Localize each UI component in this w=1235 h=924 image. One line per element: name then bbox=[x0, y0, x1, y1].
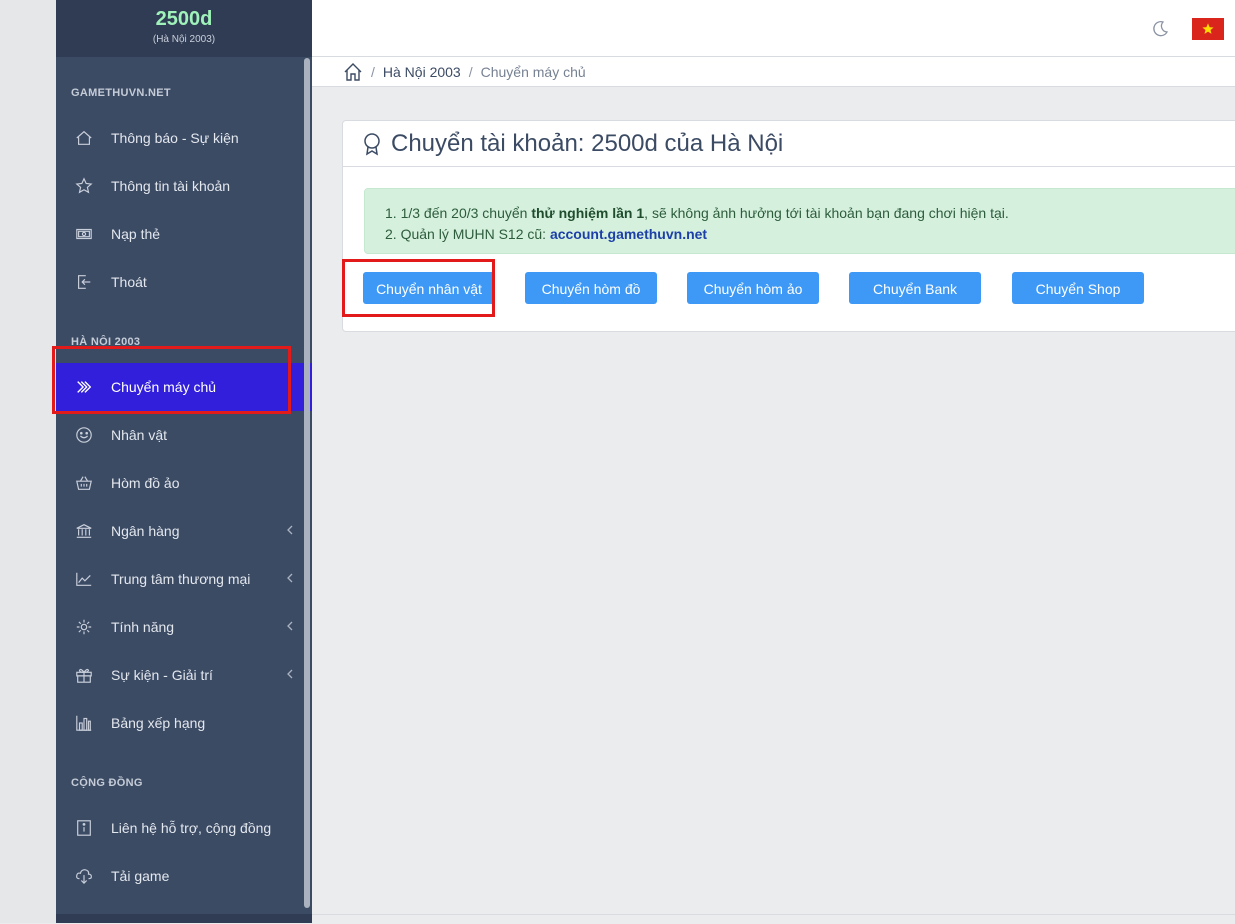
info-icon bbox=[74, 818, 94, 838]
sidebar-item-topup[interactable]: Nạp thẻ bbox=[56, 210, 312, 258]
sidebar-item-label: Hòm đồ ảo bbox=[111, 475, 180, 491]
sidebar-item-download-game[interactable]: Tải game bbox=[56, 852, 312, 900]
sidebar-item-characters[interactable]: Nhân vật bbox=[56, 411, 312, 459]
notice-line-1: 1. 1/3 đến 20/3 chuyển thử nghiệm lần 1,… bbox=[385, 205, 1009, 221]
chevron-left-icon bbox=[287, 573, 293, 583]
sidebar-item-label: Liên hệ hỗ trợ, cộng đồng bbox=[111, 820, 272, 836]
sidebar-item-label: Thông tin tài khoản bbox=[111, 178, 231, 194]
vietnam-flag-icon[interactable] bbox=[1192, 18, 1224, 40]
sidebar-toggler[interactable] bbox=[56, 914, 312, 923]
breadcrumb-current: Chuyển máy chủ bbox=[480, 63, 586, 80]
star-icon bbox=[74, 176, 94, 196]
sidebar: 2500d (Hà Nội 2003) GAMETHUVN.NET Thông … bbox=[56, 0, 312, 923]
sidebar-item-virtual-chest[interactable]: Hòm đồ ảo bbox=[56, 459, 312, 507]
sidebar-item-label: Thoát bbox=[111, 274, 147, 290]
breadcrumb-hanoi-2003[interactable]: Hà Nội 2003 bbox=[383, 64, 461, 80]
home-icon bbox=[74, 128, 94, 148]
section-title-gamethuvn: GAMETHUVN.NET bbox=[71, 87, 171, 99]
notice-line-2: 2. Quản lý MUHN S12 cũ: account.gamethuv… bbox=[385, 226, 708, 242]
basket-icon bbox=[74, 473, 94, 493]
cloud-download-icon bbox=[74, 866, 94, 886]
transfer-shop-button[interactable]: Chuyển Shop bbox=[1012, 272, 1144, 304]
bar-chart-icon bbox=[74, 713, 94, 733]
sidebar-item-trade-center[interactable]: Trung tâm thương mại bbox=[56, 555, 312, 603]
brand-name: 2500d bbox=[155, 8, 213, 30]
sidebar-item-label: Tải game bbox=[111, 868, 170, 884]
account-link[interactable]: account.gamethuvn.net bbox=[550, 226, 707, 242]
chart-line-icon bbox=[74, 569, 94, 589]
home-icon[interactable] bbox=[343, 62, 363, 82]
sidebar-brand[interactable]: 2500d (Hà Nội 2003) bbox=[56, 0, 312, 57]
transfer-bank-button[interactable]: Chuyển Bank bbox=[849, 272, 981, 304]
transfer-virtual-chest-button[interactable]: Chuyển hòm ảo bbox=[687, 272, 819, 304]
moon-icon[interactable] bbox=[1150, 19, 1170, 39]
sidebar-item-label: Trung tâm thương mại bbox=[111, 571, 251, 587]
sidebar-item-features[interactable]: Tính năng bbox=[56, 603, 312, 651]
top-header bbox=[312, 0, 1235, 57]
left-gutter bbox=[0, 0, 56, 923]
highlight-box-sidebar bbox=[52, 346, 291, 414]
brand-subtitle: (Hà Nội 2003) bbox=[152, 34, 216, 45]
sidebar-item-label: Sự kiện - Giải trí bbox=[111, 667, 213, 683]
smile-icon bbox=[74, 425, 94, 445]
chevron-left-icon bbox=[287, 621, 293, 631]
sidebar-item-announcements[interactable]: Thông báo - Sự kiện bbox=[56, 114, 312, 162]
sidebar-item-bank[interactable]: Ngân hàng bbox=[56, 507, 312, 555]
sidebar-item-label: Thông báo - Sự kiện bbox=[111, 130, 239, 146]
award-icon bbox=[364, 132, 380, 155]
sidebar-item-label: Nạp thẻ bbox=[111, 226, 161, 242]
sidebar-item-support-community[interactable]: Liên hệ hỗ trợ, cộng đồng bbox=[56, 804, 312, 852]
notice-alert: 1. 1/3 đến 20/3 chuyển thử nghiệm lần 1,… bbox=[364, 188, 1235, 254]
chevron-left-icon bbox=[287, 525, 293, 535]
sidebar-item-logout[interactable]: Thoát bbox=[56, 258, 312, 306]
settings-icon bbox=[74, 617, 94, 637]
sidebar-item-label: Nhân vật bbox=[111, 427, 168, 443]
sidebar-scrollbar[interactable] bbox=[304, 58, 310, 908]
logout-icon bbox=[74, 272, 94, 292]
money-icon bbox=[74, 224, 94, 244]
card-header: Chuyển tài khoản: 2500d của Hà Nội bbox=[343, 121, 1235, 167]
gift-icon bbox=[74, 665, 94, 685]
bank-icon bbox=[74, 521, 94, 541]
highlight-box-button bbox=[342, 259, 495, 317]
sidebar-item-account-info[interactable]: Thông tin tài khoản bbox=[56, 162, 312, 210]
section-title-community: CỘNG ĐỒNG bbox=[71, 777, 143, 789]
sidebar-item-label: Tính năng bbox=[111, 619, 175, 635]
sidebar-item-events-entertainment[interactable]: Sự kiện - Giải trí bbox=[56, 651, 312, 699]
sidebar-item-label: Ngân hàng bbox=[111, 523, 180, 539]
breadcrumb-separator: / bbox=[371, 63, 375, 80]
transfer-chest-button[interactable]: Chuyển hòm đồ bbox=[525, 272, 657, 304]
sidebar-item-leaderboard[interactable]: Bảng xếp hạng bbox=[56, 699, 312, 747]
breadcrumb-separator: / bbox=[468, 63, 473, 80]
card-title: Chuyển tài khoản: 2500d của Hà Nội bbox=[391, 129, 784, 157]
breadcrumb: / Hà Nội 2003 / Chuyển máy chủ bbox=[312, 57, 1235, 87]
sidebar-item-label: Bảng xếp hạng bbox=[111, 715, 206, 731]
chevron-left-icon bbox=[287, 669, 293, 679]
